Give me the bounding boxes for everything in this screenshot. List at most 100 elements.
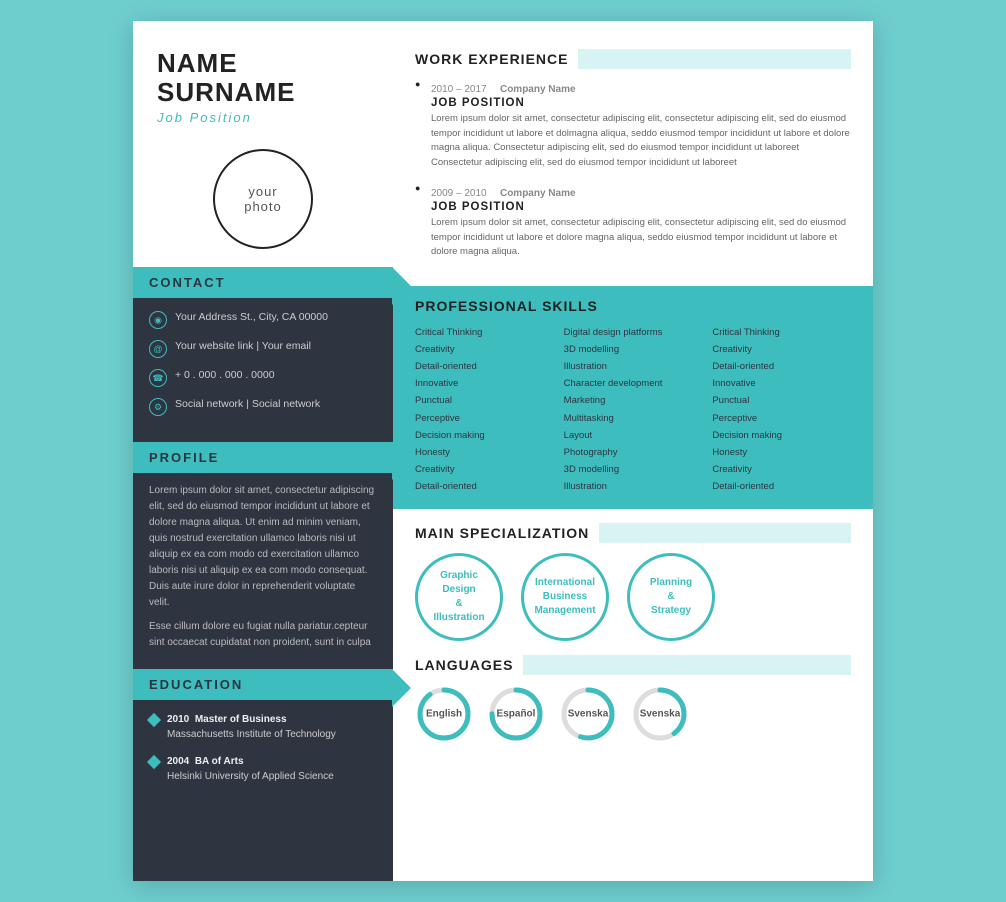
spec-title-row: MAIN SPECIALIZATION xyxy=(415,523,851,543)
edu-item-1: 2010 Master of Business Massachusetts In… xyxy=(149,712,377,742)
work-position-2: JOB POSITION xyxy=(431,201,851,213)
work-accent-bar xyxy=(578,49,851,69)
lang-item-3: Svenska xyxy=(631,685,689,743)
skill-item: Decision making xyxy=(415,427,554,444)
profile-content: Lorem ipsum dolor sit amet, consectetur … xyxy=(133,473,393,661)
lang-ring-2: Svenska xyxy=(559,685,617,743)
skills-col-2: Digital design platforms3D modellingIllu… xyxy=(564,324,703,495)
skill-item: Creativity xyxy=(415,461,554,478)
candidate-name: NAME SURNAME xyxy=(157,49,373,106)
skill-item: Detail-oriented xyxy=(712,358,851,375)
work-years-2: 2009 – 2010 xyxy=(431,188,487,199)
spec-circle-2: Planning & Strategy xyxy=(627,553,715,641)
work-position-1: JOB POSITION xyxy=(431,97,851,109)
skill-item: Layout xyxy=(564,427,703,444)
skill-item: Honesty xyxy=(415,444,554,461)
job-position: Job Position xyxy=(157,110,373,125)
skill-item: Critical Thinking xyxy=(712,324,851,341)
work-item-2: 2009 – 2010 Company Name JOB POSITION Lo… xyxy=(415,183,851,260)
skill-item: Photography xyxy=(564,444,703,461)
skill-item: Character development xyxy=(564,375,703,392)
work-item-1: 2010 – 2017 Company Name JOB POSITION Lo… xyxy=(415,79,851,171)
work-years-1: 2010 – 2017 xyxy=(431,84,487,95)
skill-item: Illustration xyxy=(564,358,703,375)
skill-item: Marketing xyxy=(564,392,703,409)
lang-item-1: Español xyxy=(487,685,545,743)
education-header: EDUCATION xyxy=(133,669,393,700)
edu-diamond-icon-2 xyxy=(147,755,161,769)
skill-item: Illustration xyxy=(564,478,703,495)
work-experience-section: WORK EXPERIENCE 2010 – 2017 Company Name… xyxy=(415,49,851,272)
lang-name-1: Español xyxy=(497,708,536,719)
contact-header: CONTACT xyxy=(133,267,393,298)
profile-para2: Esse cillum dolore eu fugiat nulla paria… xyxy=(149,619,377,651)
dark-section: CONTACT ◉ Your Address St., City, CA 000… xyxy=(133,267,393,881)
skill-item: Creativity xyxy=(712,461,851,478)
location-icon: ◉ xyxy=(149,311,167,329)
skill-item: Detail-oriented xyxy=(712,478,851,495)
spec-circles: Graphic Design & IllustrationInternation… xyxy=(415,553,851,641)
skill-item: Detail-oriented xyxy=(415,358,554,375)
skills-col-1: Critical ThinkingCreativityDetail-orient… xyxy=(415,324,554,495)
lang-accent-bar xyxy=(523,655,851,675)
lang-name-0: English xyxy=(426,708,462,719)
address-text: Your Address St., City, CA 00000 xyxy=(175,310,328,326)
work-company-2: Company Name xyxy=(500,188,576,199)
profile-header: PROFILE xyxy=(133,442,393,473)
skill-item: Innovative xyxy=(415,375,554,392)
edu-text-2: 2004 BA of Arts Helsinki University of A… xyxy=(167,754,334,784)
contact-title: CONTACT xyxy=(149,275,226,290)
social-icon: ⚙ xyxy=(149,398,167,416)
contact-website: @ Your website link | Your email xyxy=(149,339,377,358)
spec-section-title: MAIN SPECIALIZATION xyxy=(415,525,589,541)
skill-item: Decision making xyxy=(712,427,851,444)
lang-item-0: English xyxy=(415,685,473,743)
lang-ring-1: Español xyxy=(487,685,545,743)
education-title: EDUCATION xyxy=(149,677,243,692)
skill-item: 3D modelling xyxy=(564,461,703,478)
work-company-1: Company Name xyxy=(500,84,576,95)
skill-item: Critical Thinking xyxy=(415,324,554,341)
resume-document: NAME SURNAME Job Position your photo CON… xyxy=(133,21,873,881)
education-items: 2010 Master of Business Massachusetts In… xyxy=(133,700,393,784)
specialization-section: MAIN SPECIALIZATION Graphic Design & Ill… xyxy=(415,523,851,641)
right-column: WORK EXPERIENCE 2010 – 2017 Company Name… xyxy=(393,21,873,881)
skills-section-title: PROFESSIONAL SKILLS xyxy=(415,298,851,314)
lang-ring-0: English xyxy=(415,685,473,743)
skill-item: Detail-oriented xyxy=(415,478,554,495)
lang-name-2: Svenska xyxy=(568,708,609,719)
photo-area: your photo xyxy=(133,135,393,267)
email-icon: @ xyxy=(149,340,167,358)
lang-name-3: Svenska xyxy=(640,708,681,719)
phone-icon: ☎ xyxy=(149,369,167,387)
skills-col-3: Critical ThinkingCreativityDetail-orient… xyxy=(712,324,851,495)
skill-item: Punctual xyxy=(712,392,851,409)
skill-item: Honesty xyxy=(712,444,851,461)
skills-grid: Critical ThinkingCreativityDetail-orient… xyxy=(415,324,851,495)
contact-items: ◉ Your Address St., City, CA 00000 @ You… xyxy=(133,298,393,436)
lang-item-2: Svenska xyxy=(559,685,617,743)
skill-item: Punctual xyxy=(415,392,554,409)
social-text: Social network | Social network xyxy=(175,397,320,413)
skill-item: 3D modelling xyxy=(564,341,703,358)
spec-circle-1: International Business Management xyxy=(521,553,609,641)
languages-section: LANGUAGES English Español Svensk xyxy=(415,655,851,743)
edu-item-2: 2004 BA of Arts Helsinki University of A… xyxy=(149,754,377,784)
lang-section-title: LANGUAGES xyxy=(415,657,513,673)
profile-para1: Lorem ipsum dolor sit amet, consectetur … xyxy=(149,483,377,611)
spec-circle-0: Graphic Design & Illustration xyxy=(415,553,503,641)
website-text: Your website link | Your email xyxy=(175,339,311,355)
skill-item: Perceptive xyxy=(415,410,554,427)
skill-item: Digital design platforms xyxy=(564,324,703,341)
name-section: NAME SURNAME Job Position xyxy=(133,21,393,135)
skills-section: PROFESSIONAL SKILLS Critical ThinkingCre… xyxy=(393,286,873,509)
lang-ring-3: Svenska xyxy=(631,685,689,743)
skill-item: Perceptive xyxy=(712,410,851,427)
left-column: NAME SURNAME Job Position your photo CON… xyxy=(133,21,393,881)
profile-title: PROFILE xyxy=(149,450,219,465)
skill-item: Innovative xyxy=(712,375,851,392)
spec-accent-bar xyxy=(599,523,851,543)
skill-item: Creativity xyxy=(415,341,554,358)
work-desc-2: Lorem ipsum dolor sit amet, consectetur … xyxy=(431,216,851,260)
photo-placeholder: your photo xyxy=(213,149,313,249)
